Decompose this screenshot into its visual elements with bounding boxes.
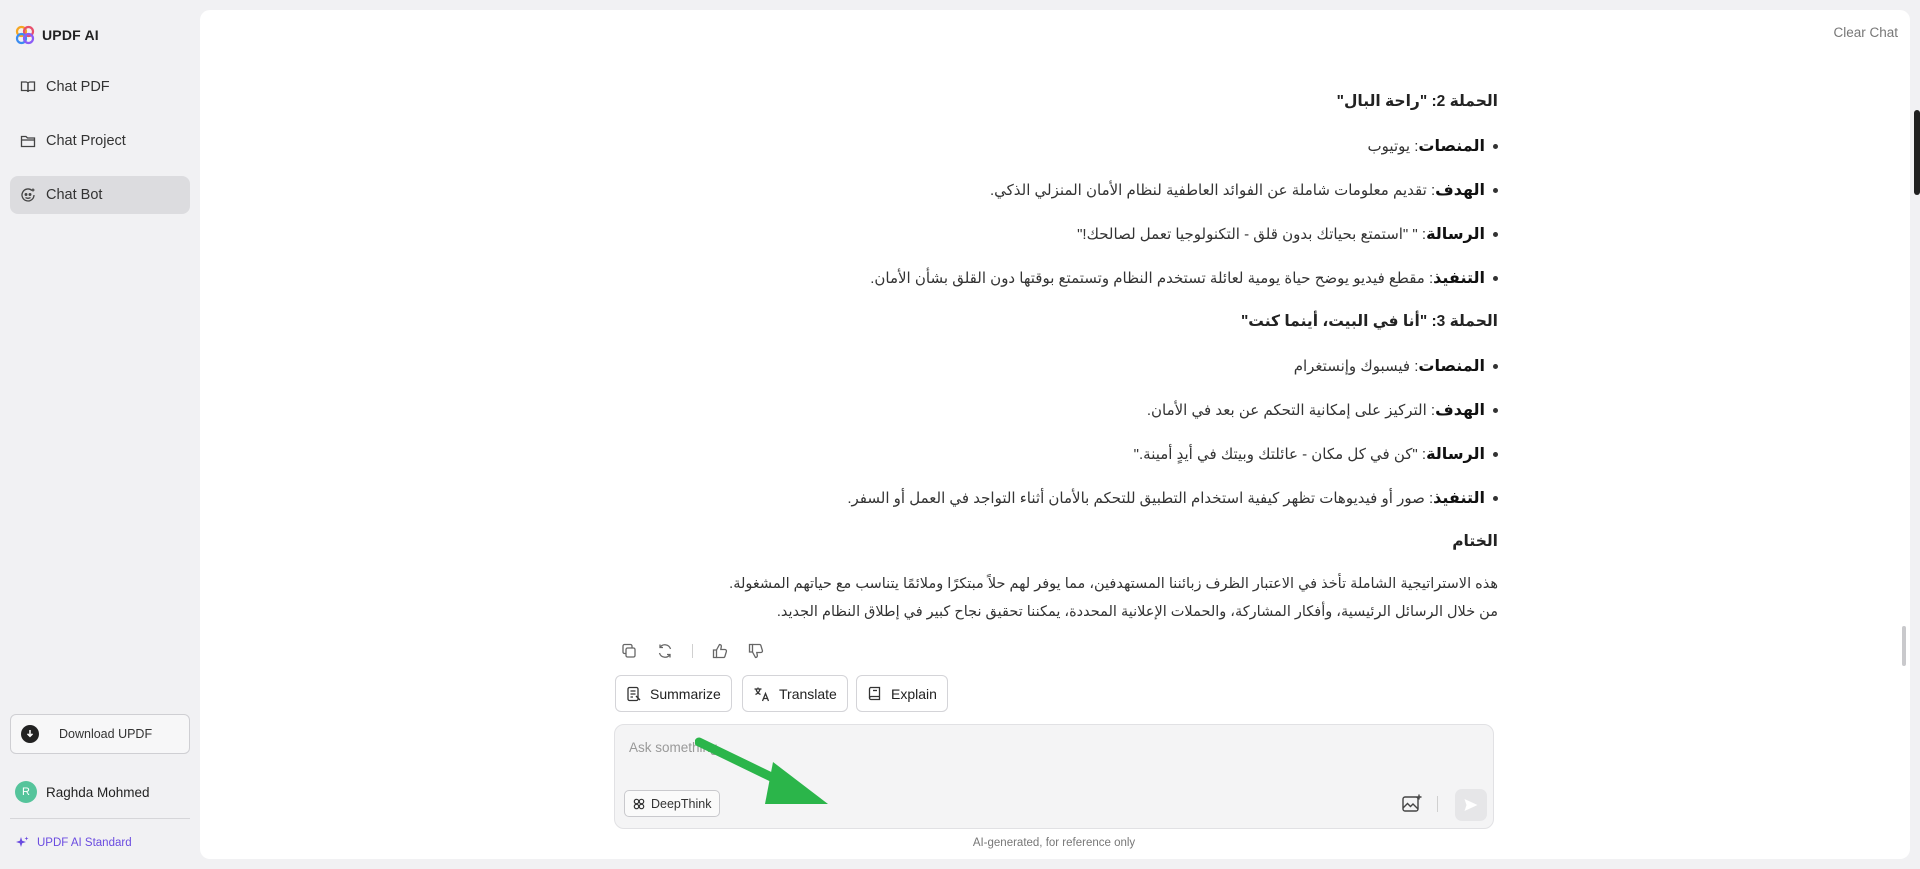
download-label: Download UPDF: [59, 727, 153, 741]
brand[interactable]: UPDF AI: [15, 24, 99, 46]
explain-book-icon: [868, 686, 881, 700]
updf-logo-icon: [15, 25, 35, 45]
user-name: Raghda Mohmed: [46, 784, 150, 800]
book-icon: [20, 81, 36, 93]
summarize-icon: [627, 686, 641, 701]
composer-divider: [1437, 796, 1438, 812]
sidebar-item-chat-bot[interactable]: Chat Bot: [10, 176, 190, 214]
thumbs-up-icon[interactable]: [711, 642, 729, 660]
image-upload-icon[interactable]: [1401, 793, 1423, 815]
summarize-button[interactable]: Summarize: [615, 675, 732, 712]
user-profile[interactable]: R Raghda Mohmed: [15, 781, 150, 803]
explain-label: Explain: [891, 685, 937, 702]
list-item: التنفيذ : صور أو فيديوهات تظهر كيفية است…: [847, 488, 1498, 508]
clear-chat-button[interactable]: Clear Chat: [1833, 25, 1898, 40]
list-item: المنصات : يوتيوب: [1368, 136, 1498, 156]
translate-icon: [754, 687, 770, 701]
translate-button[interactable]: Translate: [742, 675, 848, 712]
list-item: الهدف : تقديم معلومات شاملة عن الفوائد ا…: [990, 180, 1498, 200]
thumbs-down-icon[interactable]: [747, 642, 765, 660]
plan-label: UPDF AI Standard: [37, 837, 132, 849]
deepthink-icon: [633, 798, 645, 809]
conclusion-heading: الختام: [1452, 533, 1498, 550]
plan-link[interactable]: UPDF AI Standard: [15, 836, 132, 850]
download-icon: [21, 725, 39, 743]
action-divider: [692, 644, 693, 658]
sidebar-item-label: Chat PDF: [46, 79, 110, 95]
folder-icon: [20, 135, 36, 148]
scrollbar-thumb[interactable]: [1902, 626, 1906, 666]
list-item: المنصات : فيسبوك وإنستغرام: [1294, 356, 1498, 376]
send-button[interactable]: [1455, 789, 1487, 821]
list-item: الهدف : التركيز على إمكانية التحكم عن بع…: [1147, 400, 1498, 420]
side-handle[interactable]: [1914, 110, 1920, 195]
sidebar-item-label: Chat Project: [46, 133, 126, 149]
list-item: الرسالة : " "استمتع بحياتك بدون قلق - ال…: [1077, 224, 1498, 244]
download-updf-button[interactable]: Download UPDF: [10, 714, 190, 754]
campaign-3-heading: الحملة 3: "أنا في البيت، أينما كنت": [1240, 313, 1498, 330]
ai-disclaimer: AI-generated, for reference only: [972, 837, 1136, 849]
conclusion-line-1: هذه الاستراتيجية الشاملة تأخذ في الاعتبا…: [729, 576, 1498, 592]
bot-icon: [21, 188, 35, 202]
list-item: الرسالة : "كن في كل مكان - عائلتك وبيتك …: [1134, 444, 1498, 464]
sidebar-item-label: Chat Bot: [46, 187, 103, 203]
translate-label: Translate: [779, 685, 837, 702]
explain-button[interactable]: Explain: [856, 675, 948, 712]
summarize-label: Summarize: [650, 685, 721, 702]
conclusion-line-2: من خلال الرسائل الرئيسية، وأفكار المشارك…: [776, 604, 1498, 620]
regenerate-icon[interactable]: [656, 642, 674, 660]
copy-icon[interactable]: [620, 642, 638, 660]
app-title: UPDF AI: [42, 27, 99, 43]
sidebar: UPDF AI Chat PDF Chat Project Chat Bot D…: [0, 0, 200, 869]
send-icon: [1464, 799, 1478, 811]
avatar: R: [15, 781, 37, 803]
sparkle-icon: [16, 836, 29, 847]
list-item: التنفيذ : مقطع فيديو يوضح حياة يومية لعا…: [870, 268, 1498, 288]
campaign-2-heading: الحملة 2: "راحة البال": [1336, 93, 1498, 110]
sidebar-item-chat-pdf[interactable]: Chat PDF: [10, 68, 190, 106]
message-actions: [620, 642, 765, 660]
chat-panel: Clear Chat الحملة 2: "راحة البال" المنصا…: [200, 10, 1920, 859]
sidebar-divider: [10, 818, 190, 819]
sidebar-item-chat-project[interactable]: Chat Project: [10, 122, 190, 160]
green-arrow-annotation: [695, 737, 828, 804]
